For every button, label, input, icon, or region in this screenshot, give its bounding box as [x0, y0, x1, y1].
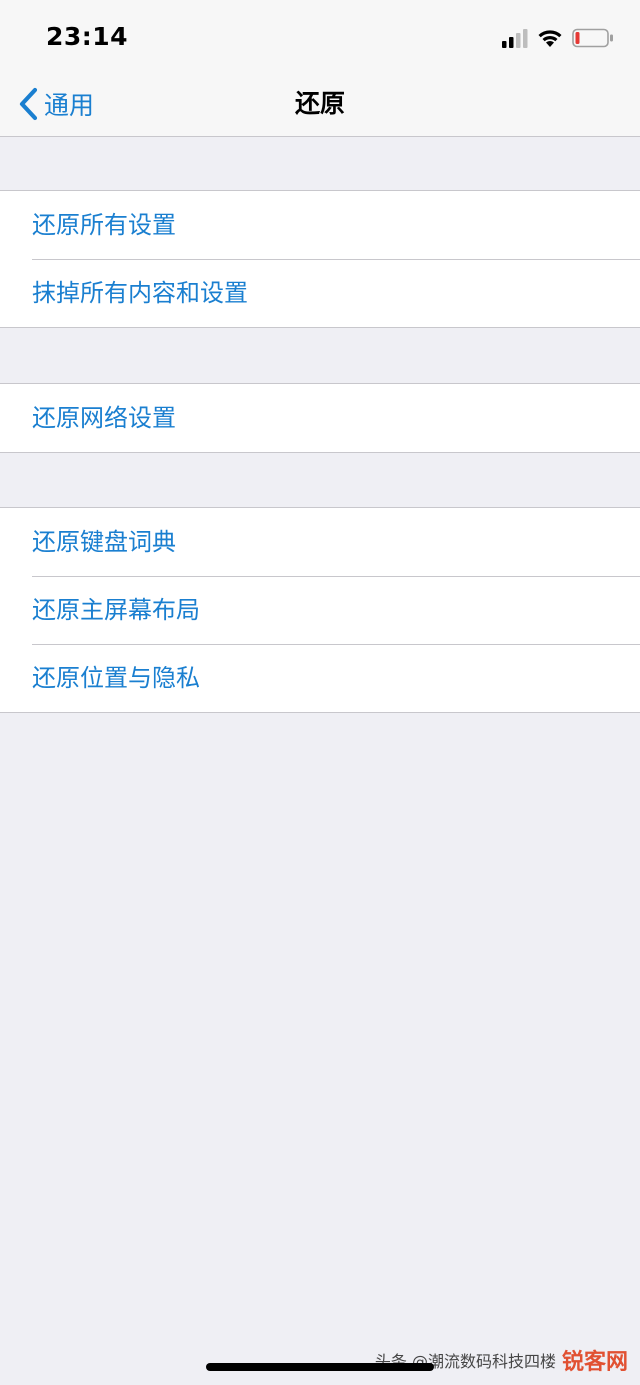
chevron-left-icon	[19, 87, 38, 121]
navigation-bar: 还原 通用	[0, 72, 640, 137]
page-title: 还原	[294, 89, 345, 118]
status-icons	[502, 26, 614, 50]
battery-low-icon	[572, 28, 613, 48]
reset-group-3: 还原键盘词典 还原主屏幕布局 还原位置与隐私	[0, 507, 640, 713]
reset-group-2: 还原网络设置	[0, 383, 640, 453]
watermark-logo: 锐客网	[561, 1350, 628, 1375]
home-indicator[interactable]	[206, 1363, 434, 1371]
cellular-signal-icon	[502, 29, 528, 48]
status-time: 23:14	[46, 22, 129, 51]
reset-all-settings-button[interactable]: 还原所有设置	[0, 191, 640, 259]
reset-home-screen-layout-button[interactable]: 还原主屏幕布局	[0, 576, 640, 644]
watermark: 头条 @潮流数码科技四楼 锐客网	[375, 1340, 628, 1380]
reset-network-settings-button[interactable]: 还原网络设置	[0, 384, 640, 452]
back-button[interactable]: 通用	[18, 84, 94, 124]
reset-location-privacy-button[interactable]: 还原位置与隐私	[0, 644, 640, 712]
back-button-label: 通用	[44, 91, 95, 120]
status-bar: 23:14	[0, 0, 640, 72]
erase-all-content-button[interactable]: 抹掉所有内容和设置	[0, 259, 640, 327]
wifi-icon	[538, 30, 562, 47]
reset-keyboard-dictionary-button[interactable]: 还原键盘词典	[0, 508, 640, 576]
reset-group-1: 还原所有设置 抹掉所有内容和设置	[0, 190, 640, 328]
